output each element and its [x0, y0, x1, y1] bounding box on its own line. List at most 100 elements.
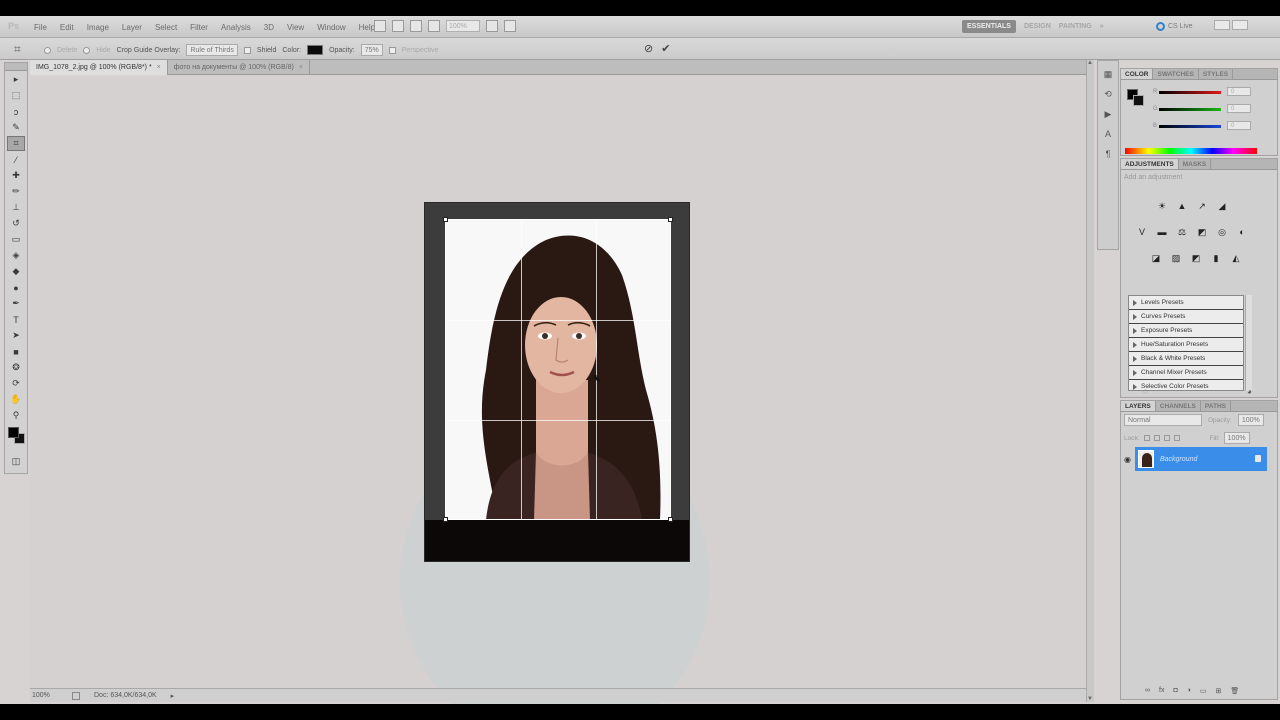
workspace-design[interactable]: DESIGN: [1024, 23, 1051, 30]
blur-tool-icon[interactable]: ◆: [7, 264, 25, 279]
background-color-swatch[interactable]: [1133, 95, 1144, 106]
quick-select-tool-icon[interactable]: ✎: [7, 120, 25, 135]
photo-filter-icon[interactable]: ◎: [1215, 225, 1229, 239]
path-selection-tool-icon[interactable]: ➤: [7, 328, 25, 343]
opacity-field[interactable]: 75%: [360, 44, 383, 56]
status-menu-arrow-icon[interactable]: ▸: [171, 692, 175, 700]
launch-bridge-icon[interactable]: [374, 20, 386, 32]
crop-handle-bottom-left[interactable]: [443, 517, 448, 522]
adjustment-panel-mask-icon[interactable]: ◕: [1247, 387, 1252, 396]
menu-view[interactable]: View: [287, 23, 304, 32]
scroll-up-icon[interactable]: ▲: [1087, 60, 1093, 66]
preset-exposure[interactable]: Exposure Presets: [1129, 324, 1243, 338]
hue-saturation-icon[interactable]: ▬: [1155, 225, 1169, 239]
menu-select[interactable]: Select: [155, 23, 177, 32]
delete-radio[interactable]: [44, 46, 51, 54]
presets-scrollbar[interactable]: [1245, 295, 1252, 391]
lock-transparency-icon[interactable]: [1143, 435, 1150, 441]
marquee-tool-icon[interactable]: ⬚: [7, 88, 25, 103]
more-workspaces-button[interactable]: »: [1100, 23, 1104, 30]
tab-document-photo[interactable]: фото на документы @ 100% (RGB/8) ×: [168, 60, 310, 75]
add-mask-icon[interactable]: ◘: [1173, 687, 1177, 695]
healing-brush-tool-icon[interactable]: ✚: [7, 168, 25, 183]
character-icon[interactable]: A: [1101, 127, 1115, 141]
layer-style-icon[interactable]: fx: [1159, 687, 1164, 695]
commit-crop-icon[interactable]: ✔: [661, 42, 670, 55]
adjustment-panel-link-icon[interactable]: ◌: [1143, 387, 1148, 396]
crop-tool-icon[interactable]: ⌗: [7, 136, 25, 151]
status-zoom[interactable]: 100%: [32, 692, 58, 699]
layer-visibility-eye-icon[interactable]: ◉: [1124, 455, 1131, 464]
3d-rotate-tool-icon[interactable]: ❂: [7, 360, 25, 375]
canvas-scrollbar[interactable]: ▲ ▼: [1086, 60, 1094, 702]
hide-radio[interactable]: [83, 46, 91, 54]
cs-live-button[interactable]: CS Live: [1156, 22, 1193, 31]
overlay-select[interactable]: Rule of Thirds: [186, 44, 238, 56]
close-tab-icon[interactable]: ×: [299, 64, 303, 71]
layer-fill-field[interactable]: 100%: [1223, 432, 1250, 444]
eraser-tool-icon[interactable]: ▭: [7, 232, 25, 247]
type-tool-icon[interactable]: T: [7, 312, 25, 327]
eyedropper-tool-icon[interactable]: ⁄: [7, 152, 25, 167]
view-extras-icon[interactable]: [410, 20, 422, 32]
levels-icon[interactable]: ▲: [1175, 199, 1189, 213]
new-adjustment-layer-icon[interactable]: ◑: [1187, 687, 1191, 695]
paint-bucket-tool-icon[interactable]: ◈: [7, 248, 25, 263]
scroll-down-icon[interactable]: ▼: [1087, 696, 1093, 702]
menu-3d[interactable]: 3D: [264, 23, 274, 32]
lock-all-icon[interactable]: [1173, 435, 1180, 441]
channel-mixer-icon[interactable]: ◐: [1235, 225, 1249, 239]
layer-background[interactable]: Background: [1135, 447, 1267, 471]
workspace-essentials[interactable]: ESSENTIALS: [962, 20, 1016, 33]
arrange-documents-icon[interactable]: [486, 20, 498, 32]
red-value[interactable]: 0: [1227, 87, 1251, 96]
shield-color-swatch[interactable]: [307, 45, 324, 55]
green-slider[interactable]: [1159, 108, 1221, 111]
crop-handle-bottom-right[interactable]: [668, 517, 673, 522]
color-balance-icon[interactable]: ⚖: [1175, 225, 1189, 239]
tab-layers[interactable]: LAYERS: [1121, 401, 1156, 411]
zoom-tool-icon[interactable]: ⚲: [7, 408, 25, 423]
blue-value[interactable]: 0: [1227, 121, 1251, 130]
tab-channels[interactable]: CHANNELS: [1156, 401, 1201, 411]
preset-black-white[interactable]: Black & White Presets: [1129, 352, 1243, 366]
document-canvas[interactable]: ⬉: [30, 76, 1086, 704]
shape-tool-icon[interactable]: ■: [7, 344, 25, 359]
crop-handle-top-right[interactable]: [668, 217, 673, 222]
color-spectrum-bar[interactable]: [1125, 148, 1257, 154]
foreground-color-swatch[interactable]: [8, 427, 19, 438]
lock-position-icon[interactable]: [1163, 435, 1170, 441]
green-value[interactable]: 0: [1227, 104, 1251, 113]
new-layer-icon[interactable]: ⊞: [1216, 687, 1222, 695]
menu-analysis[interactable]: Analysis: [221, 23, 251, 32]
launch-mini-bridge-icon[interactable]: [392, 20, 404, 32]
posterize-icon[interactable]: ▨: [1169, 251, 1183, 265]
clone-stamp-tool-icon[interactable]: ⊥: [7, 200, 25, 215]
perspective-checkbox[interactable]: [388, 46, 396, 54]
preset-curves[interactable]: Curves Presets: [1129, 310, 1243, 324]
history-brush-tool-icon[interactable]: ↺: [7, 216, 25, 231]
hand-tool-icon[interactable]: ✋: [7, 392, 25, 407]
panel-grip[interactable]: [5, 63, 27, 71]
menu-edit[interactable]: Edit: [60, 23, 74, 32]
brush-tool-icon[interactable]: ✏: [7, 184, 25, 199]
minimize-icon[interactable]: [1214, 20, 1230, 30]
gradient-map-icon[interactable]: ▮: [1209, 251, 1223, 265]
lock-pixels-icon[interactable]: [1153, 435, 1160, 441]
delete-layer-icon[interactable]: 🗑: [1230, 687, 1239, 695]
zoom-level-field[interactable]: 100%: [446, 20, 480, 32]
tab-adjustments[interactable]: ADJUSTMENTS: [1121, 159, 1179, 169]
selective-color-icon[interactable]: ◭: [1229, 251, 1243, 265]
invert-icon[interactable]: ◪: [1149, 251, 1163, 265]
menu-help[interactable]: Help: [359, 23, 375, 32]
exposure-icon[interactable]: ◢: [1215, 199, 1229, 213]
tab-masks[interactable]: MASKS: [1179, 159, 1212, 169]
tab-paths[interactable]: PATHS: [1201, 401, 1231, 411]
threshold-icon[interactable]: ◩: [1189, 251, 1203, 265]
cancel-crop-icon[interactable]: ⊘: [644, 42, 653, 55]
menu-layer[interactable]: Layer: [122, 23, 142, 32]
paragraph-icon[interactable]: ¶: [1101, 147, 1115, 161]
menu-filter[interactable]: Filter: [190, 23, 208, 32]
close-icon[interactable]: [1232, 20, 1248, 30]
link-layers-icon[interactable]: ∞: [1145, 687, 1150, 695]
